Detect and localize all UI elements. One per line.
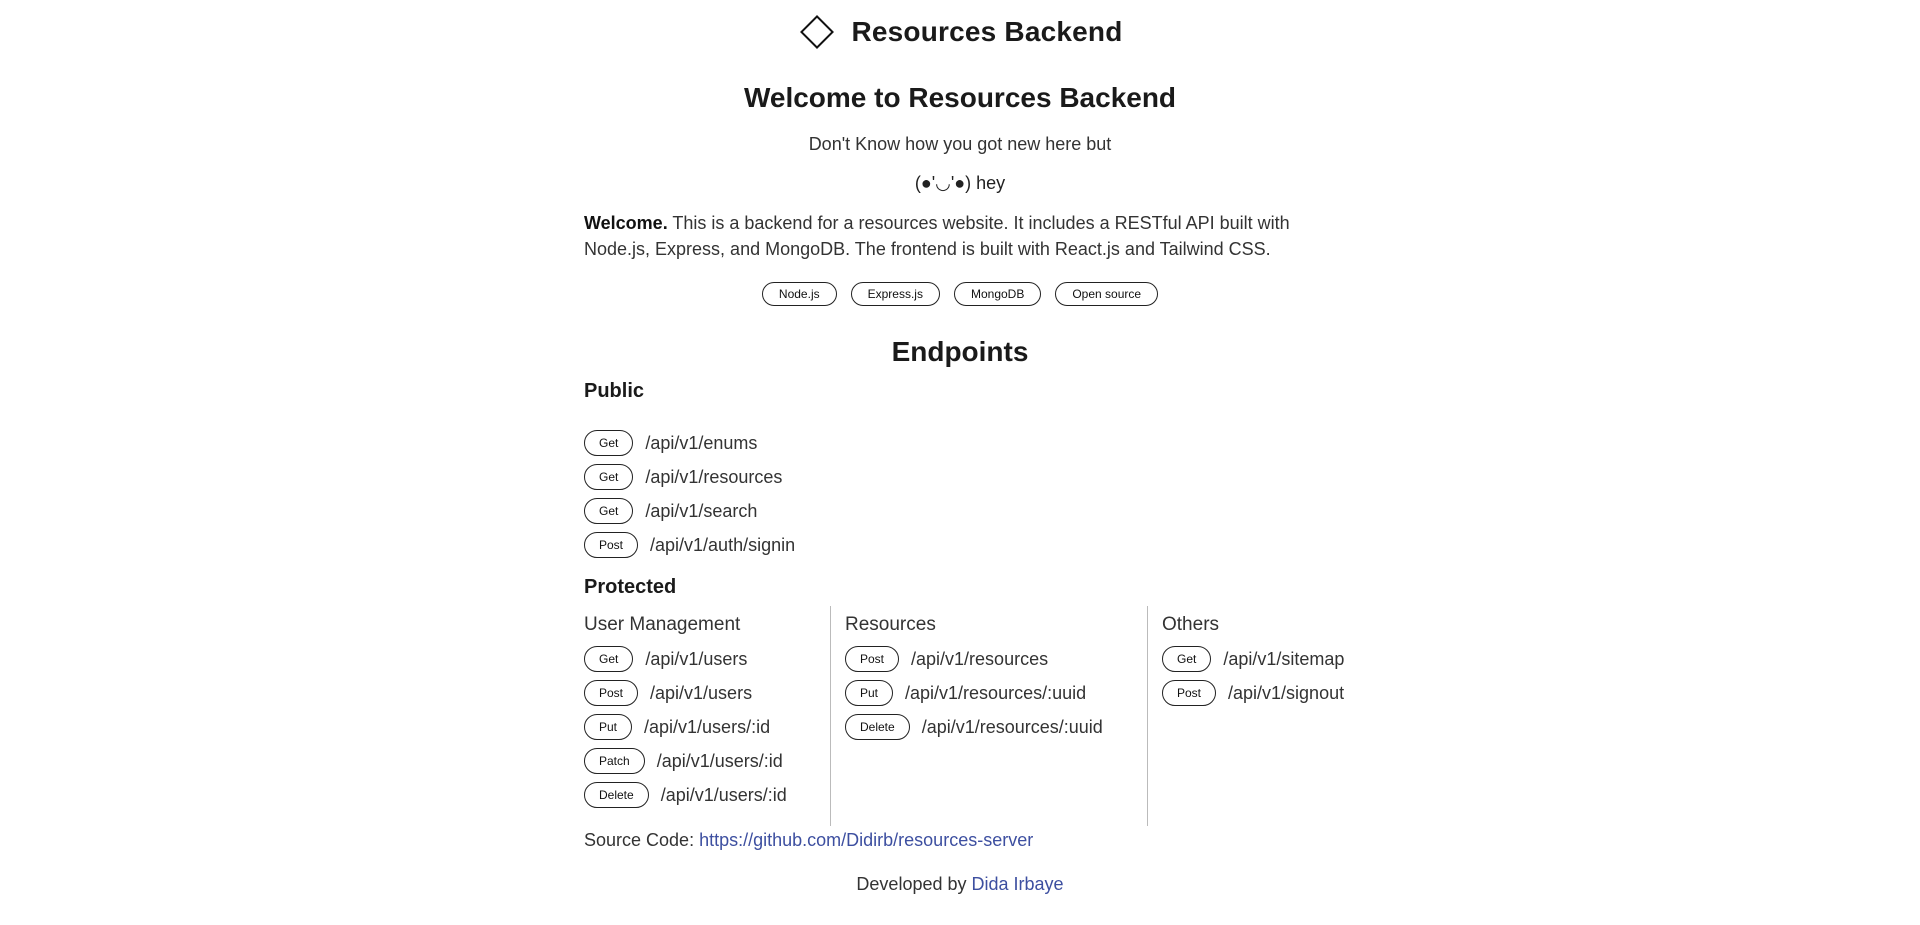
public-endpoint-list: Get /api/v1/enums Get /api/v1/resources …: [584, 426, 795, 562]
method-badge-get: Get: [584, 464, 634, 490]
endpoint-path: /api/v1/auth/signin: [650, 534, 796, 555]
method-badge-get: Get: [584, 498, 634, 524]
endpoint-path: /api/v1/users/:id: [656, 750, 783, 771]
endpoint-row: Post /api/v1/users: [584, 676, 818, 710]
user-management-column: User Management Get /api/v1/users Post /…: [584, 606, 831, 826]
endpoint-path: /api/v1/resources/:uuid: [921, 716, 1103, 737]
source-code-label: Source Code:: [584, 830, 700, 850]
endpoint-path: /api/v1/resources: [645, 466, 783, 487]
endpoint-row: Post /api/v1/auth/signin: [584, 528, 795, 562]
tag-mongodb: MongoDB: [953, 282, 1042, 306]
intro-text: This is a backend for a resources websit…: [584, 213, 1290, 259]
protected-columns: User Management Get /api/v1/users Post /…: [584, 606, 1394, 826]
method-badge-post: Post: [584, 680, 639, 706]
tag-nodejs: Node.js: [761, 282, 837, 306]
endpoint-path: /api/v1/resources/:uuid: [905, 682, 1087, 703]
endpoint-path: /api/v1/users: [645, 648, 748, 669]
endpoint-path: /api/v1/signout: [1228, 682, 1345, 703]
endpoint-path: /api/v1/sitemap: [1223, 648, 1345, 669]
column-title: Resources: [845, 614, 936, 635]
method-badge-get: Get: [1162, 646, 1212, 672]
developed-by-line: Developed by Dida Irbaye: [0, 874, 1920, 895]
tag-open-source: Open source: [1055, 282, 1159, 306]
method-badge-put: Put: [584, 714, 633, 740]
endpoint-path: /api/v1/enums: [645, 432, 758, 453]
source-code-line: Source Code: https://github.com/Didirb/r…: [584, 830, 1033, 851]
brand-header: Resources Backend: [0, 12, 1920, 52]
column-title: User Management: [584, 614, 741, 635]
intro-paragraph: Welcome. This is a backend for a resourc…: [584, 210, 1344, 262]
endpoint-path: /api/v1/users/:id: [644, 716, 771, 737]
column-title: Others: [1162, 614, 1220, 635]
diamond-icon: [797, 12, 837, 52]
endpoint-row: Get /api/v1/search: [584, 494, 795, 528]
endpoint-row: Patch /api/v1/users/:id: [584, 744, 818, 778]
method-badge-post: Post: [845, 646, 900, 672]
intro-bold: Welcome.: [584, 213, 668, 233]
method-badge-put: Put: [845, 680, 894, 706]
developer-link[interactable]: Dida Irbaye: [972, 874, 1064, 894]
endpoint-row: Get /api/v1/enums: [584, 426, 795, 460]
source-code-link[interactable]: https://github.com/Didirb/resources-serv…: [699, 830, 1033, 850]
endpoint-row: Delete /api/v1/resources/:uuid: [845, 710, 1135, 744]
endpoint-row: Get /api/v1/sitemap: [1162, 642, 1382, 676]
method-badge-delete: Delete: [845, 714, 910, 740]
endpoint-row: Get /api/v1/users: [584, 642, 818, 676]
endpoint-path: /api/v1/resources: [911, 648, 1049, 669]
protected-title: Protected: [584, 576, 677, 598]
method-badge-post: Post: [584, 532, 639, 558]
endpoint-path: /api/v1/users/:id: [660, 784, 787, 805]
public-title: Public: [584, 380, 645, 402]
endpoint-row: Get /api/v1/resources: [584, 460, 795, 494]
endpoint-row: Put /api/v1/resources/:uuid: [845, 676, 1135, 710]
method-badge-delete: Delete: [584, 782, 649, 808]
welcome-emoticon: (●'◡'●) hey: [914, 173, 1006, 193]
endpoint-row: Delete /api/v1/users/:id: [584, 778, 818, 812]
method-badge-patch: Patch: [584, 748, 645, 774]
tech-tags: Node.js Express.js MongoDB Open source: [0, 282, 1920, 306]
endpoint-path: /api/v1/search: [645, 500, 758, 521]
endpoint-row: Post /api/v1/resources: [845, 642, 1135, 676]
others-column: Others Get /api/v1/sitemap Post /api/v1/…: [1148, 606, 1394, 826]
page: Resources Backend Welcome to Resources B…: [0, 0, 1920, 925]
resources-column: Resources Post /api/v1/resources Put /ap…: [831, 606, 1148, 826]
developed-by-label: Developed by: [856, 874, 972, 894]
endpoints-title: Endpoints: [891, 336, 1029, 367]
method-badge-get: Get: [584, 646, 634, 672]
endpoint-row: Post /api/v1/signout: [1162, 676, 1382, 710]
welcome-subtitle: Don't Know how you got new here but: [808, 134, 1112, 154]
method-badge-get: Get: [584, 430, 634, 456]
tag-expressjs: Express.js: [850, 282, 940, 306]
brand-title: Resources Backend: [851, 16, 1123, 47]
welcome-title: Welcome to Resources Backend: [743, 82, 1177, 113]
method-badge-post: Post: [1162, 680, 1217, 706]
endpoint-row: Put /api/v1/users/:id: [584, 710, 818, 744]
endpoint-path: /api/v1/users: [650, 682, 753, 703]
